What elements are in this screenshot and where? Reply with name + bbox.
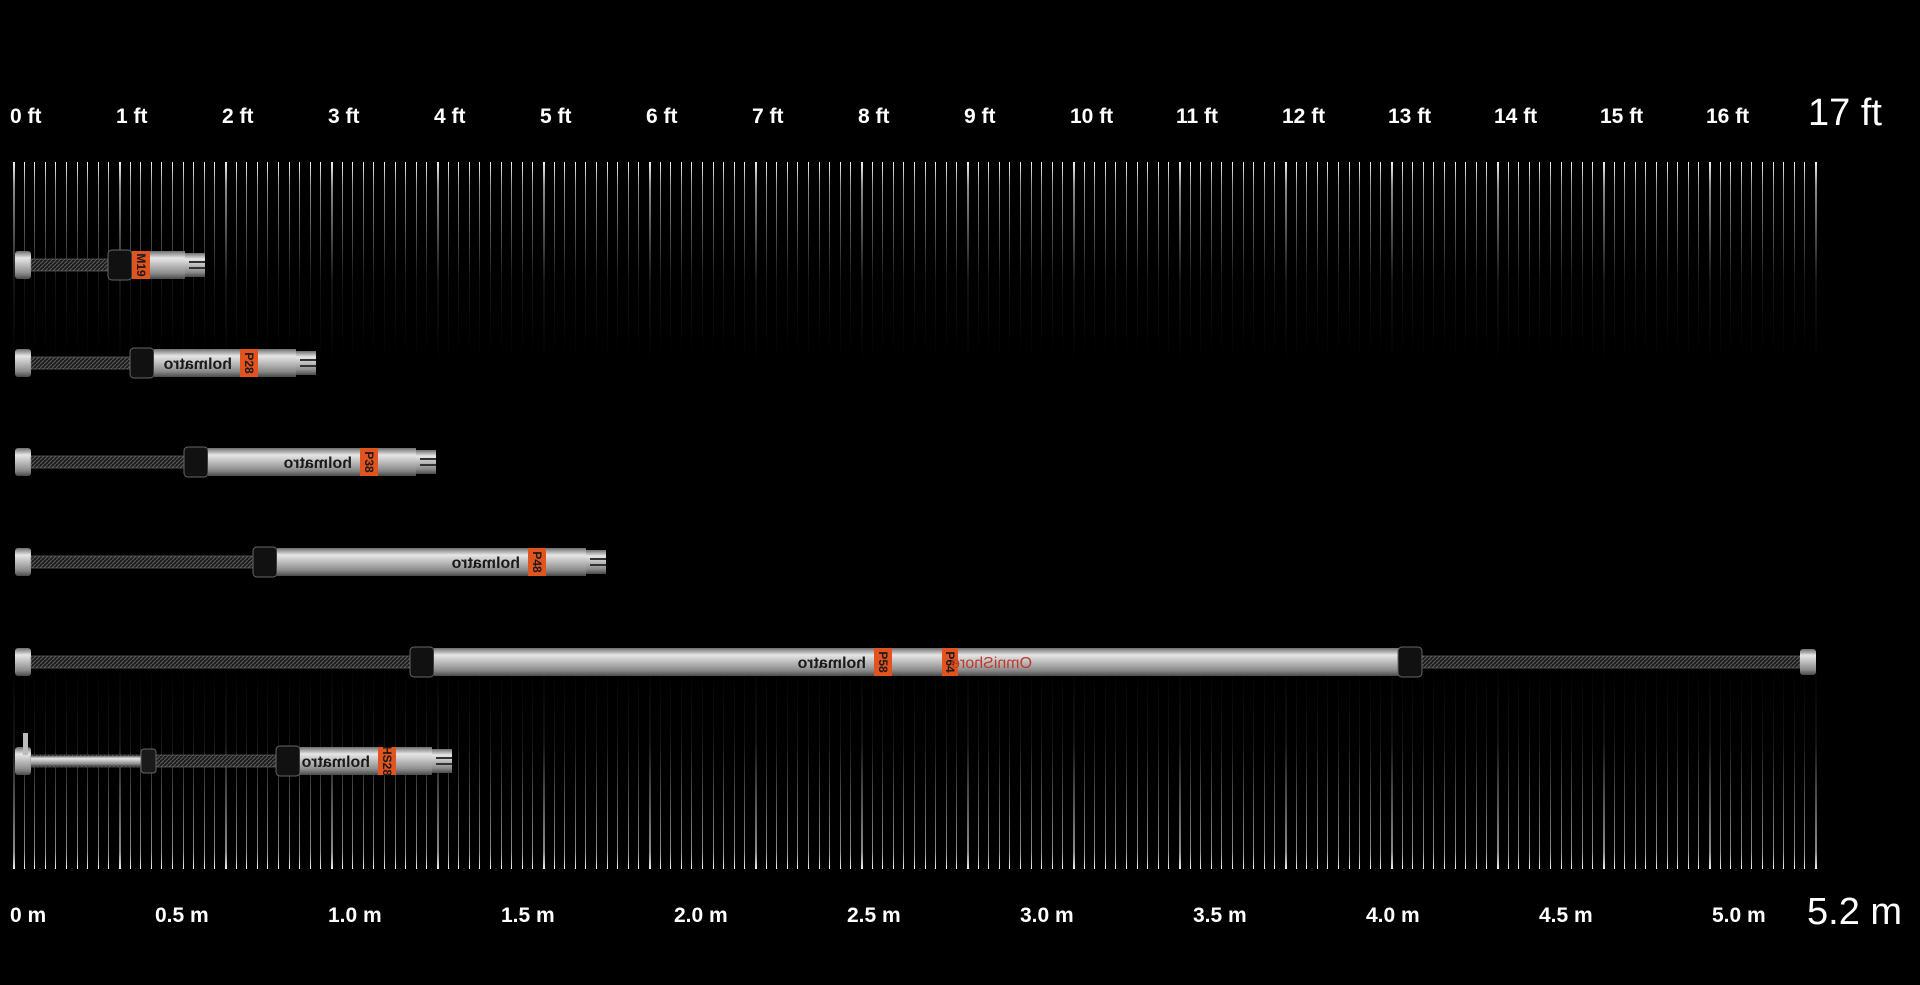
collar bbox=[129, 347, 155, 379]
strut-foot bbox=[15, 251, 31, 279]
strut-p38: holmatro P38 bbox=[15, 446, 436, 478]
strut-p58: holmatro P58 P64OmniShore bbox=[15, 646, 1816, 678]
collar bbox=[275, 745, 301, 777]
strut-foot bbox=[15, 648, 31, 676]
collar bbox=[252, 546, 278, 578]
strut-lineup: M19holmatro P28holmatro P38holmatro P48holm… bbox=[15, 249, 1816, 777]
brand-text: holmatro bbox=[283, 455, 352, 472]
strut-foot bbox=[15, 448, 31, 476]
threaded-rod bbox=[1421, 655, 1801, 669]
claw-head bbox=[432, 749, 452, 773]
brand-text: holmatro bbox=[301, 754, 370, 771]
strut-m19: M19 bbox=[15, 249, 205, 281]
strut-foot bbox=[1800, 649, 1816, 675]
strut-hs28: holmatro HS28 bbox=[15, 733, 452, 777]
claw-head bbox=[185, 253, 205, 277]
model-tag-label: P48 bbox=[530, 551, 544, 573]
ruler-stage: 0 ft 1 ft 2 ft 3 ft 4 ft 5 ft 6 ft 7 ft 8 ft 9 ft… bbox=[0, 0, 1920, 985]
claw-head bbox=[296, 351, 316, 375]
model-tag-label: P58 bbox=[876, 651, 890, 673]
threaded-rod bbox=[30, 455, 187, 469]
strut-tube bbox=[434, 648, 1405, 676]
strut-p28: holmatro P28 bbox=[15, 347, 316, 379]
threaded-rod bbox=[30, 655, 413, 669]
threaded-rod bbox=[30, 555, 256, 569]
collar bbox=[1397, 646, 1423, 678]
claw-head bbox=[416, 450, 436, 474]
brand-text: holmatro bbox=[163, 356, 232, 373]
collar bbox=[140, 748, 157, 774]
model-tag-label: HS28 bbox=[380, 746, 394, 776]
product-name: OmniShore bbox=[951, 655, 1032, 672]
collar bbox=[183, 446, 209, 478]
model-tag-label: P28 bbox=[242, 352, 256, 374]
strut-foot bbox=[15, 548, 31, 576]
strut-p48: holmatro P48 bbox=[15, 546, 606, 578]
model-tag-label: P38 bbox=[362, 451, 376, 473]
claw-head bbox=[586, 550, 606, 574]
model-tag-label: M19 bbox=[134, 253, 148, 277]
collar bbox=[107, 249, 133, 281]
brand-text: holmatro bbox=[797, 655, 866, 672]
threaded-rod bbox=[30, 356, 133, 370]
collar bbox=[409, 646, 435, 678]
brand-text: holmatro bbox=[451, 555, 520, 572]
inner-tube bbox=[31, 756, 141, 766]
handle bbox=[23, 733, 28, 755]
threaded-rod bbox=[30, 258, 111, 272]
strut-foot bbox=[15, 349, 31, 377]
